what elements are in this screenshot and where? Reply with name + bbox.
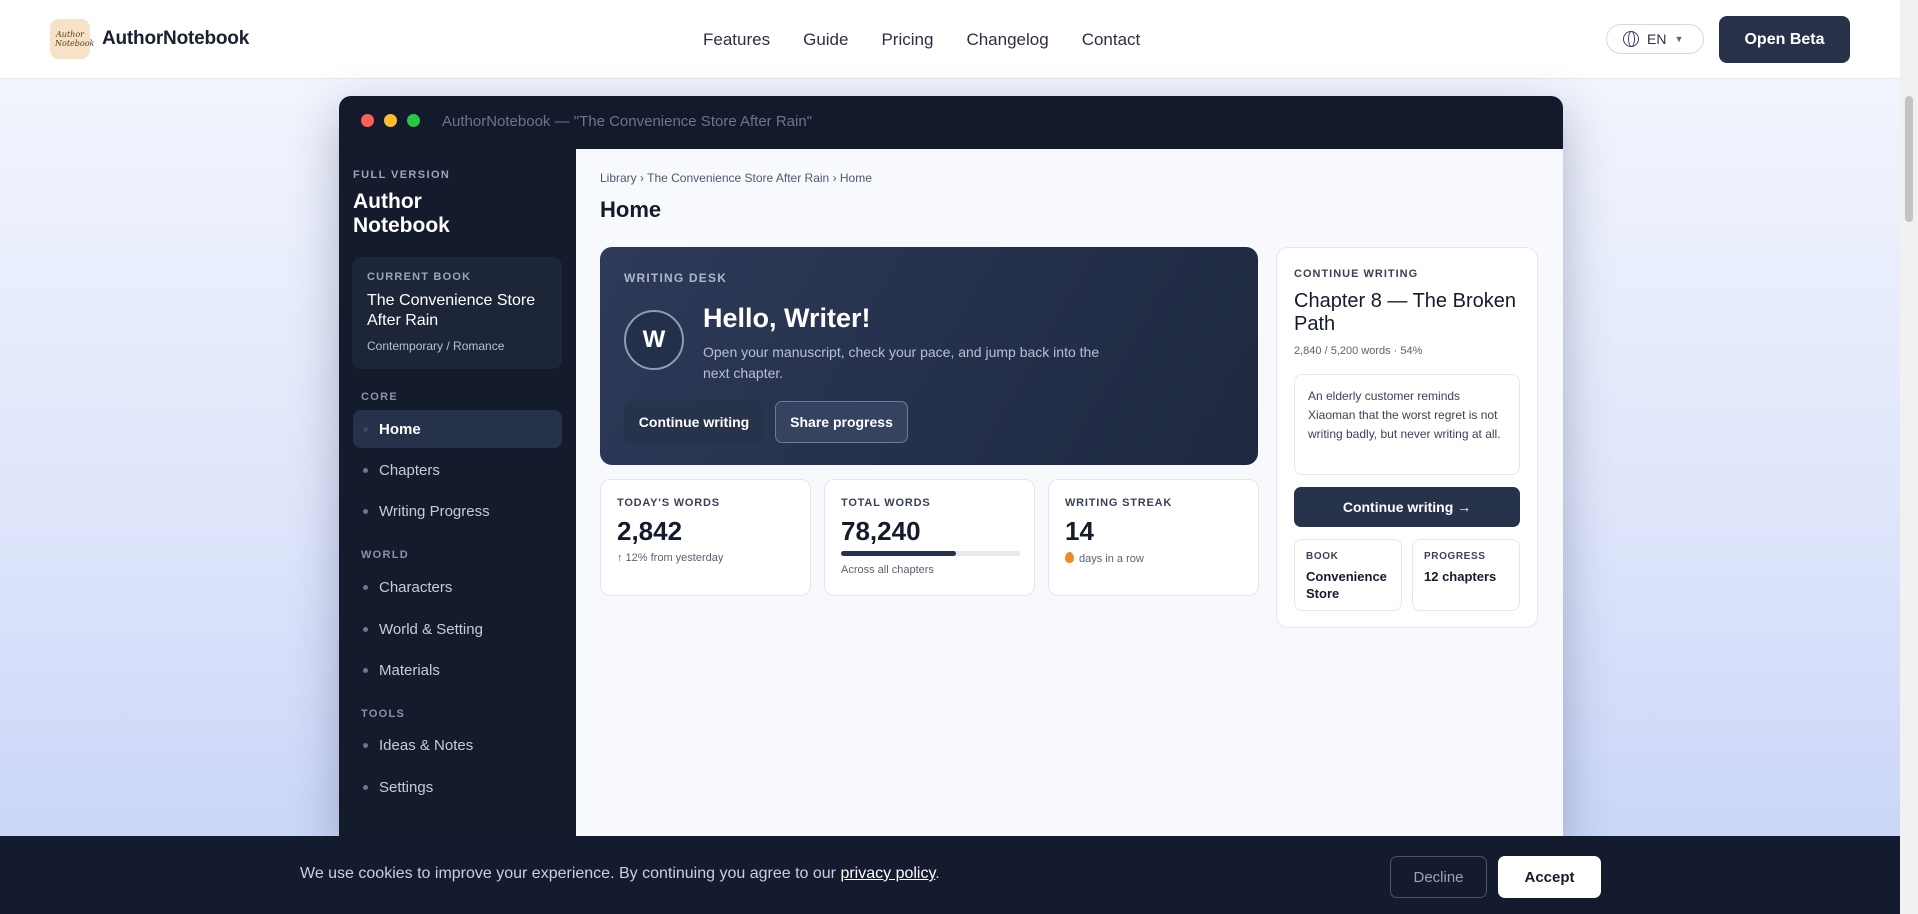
continue-writing-arrow-button[interactable]: Continue writing → <box>1294 487 1520 527</box>
writing-streak-card: WRITING STREAK 14 days in a row <box>1048 479 1259 596</box>
sidebar: FULL VERSION Author Notebook CURRENT BOO… <box>339 149 576 836</box>
total-words-sub: Across all chapters <box>841 564 934 576</box>
writing-streak-sub: days in a row <box>1065 552 1144 565</box>
nav-pricing[interactable]: Pricing <box>881 30 933 50</box>
progress-mini-label: PROGRESS <box>1424 551 1486 562</box>
writing-desk-card: WRITING DESK W Hello, Writer! Open your … <box>600 247 1258 465</box>
scrollbar-thumb[interactable] <box>1905 96 1913 222</box>
maximize-window-dot[interactable] <box>407 114 420 127</box>
total-words-value: 78,240 <box>841 516 921 546</box>
nav-changelog[interactable]: Changelog <box>966 30 1048 50</box>
writing-streak-sub-text: days in a row <box>1079 553 1144 565</box>
book-mini-label: BOOK <box>1306 551 1339 562</box>
sidebar-title: Author Notebook <box>353 190 450 237</box>
chevron-down-icon: ▼ <box>1674 34 1684 44</box>
breadcrumb[interactable]: Library › The Convenience Store After Ra… <box>600 171 872 185</box>
sidebar-item-ideas-notes[interactable]: Ideas & Notes <box>353 726 562 764</box>
sidebar-item-writing-progress[interactable]: Writing Progress <box>353 492 562 530</box>
todays-words-label: TODAY'S WORDS <box>617 497 720 509</box>
cookie-text: We use cookies to improve your experienc… <box>300 865 836 882</box>
privacy-policy-link[interactable]: privacy policy <box>840 865 935 882</box>
main-content: Library › The Convenience Store After Ra… <box>576 149 1563 836</box>
total-words-progress-bar <box>841 551 1020 556</box>
open-beta-button[interactable]: Open Beta <box>1719 16 1850 63</box>
writing-desk-label: WRITING DESK <box>624 271 728 285</box>
cookie-period: . <box>935 865 940 882</box>
nav-contact[interactable]: Contact <box>1082 30 1141 50</box>
section-core: CORE <box>361 391 398 403</box>
avatar: W <box>624 310 684 370</box>
site-header: Author Notebook AuthorNotebook Features … <box>0 0 1900 79</box>
total-words-card: TOTAL WORDS 78,240 Across all chapters <box>824 479 1035 596</box>
version-label: FULL VERSION <box>353 169 451 181</box>
window-title: AuthorNotebook — "The Convenience Store … <box>442 113 813 130</box>
progress-mini-card: PROGRESS 12 chapters <box>1412 539 1520 611</box>
nav-features[interactable]: Features <box>703 30 770 50</box>
todays-words-value: 2,842 <box>617 516 683 546</box>
main-nav: Features Guide Pricing Changelog Contact <box>703 0 1173 79</box>
greeting-subtitle: Open your manuscript, check your pace, a… <box>703 344 1100 381</box>
language-label: EN <box>1647 31 1667 47</box>
current-book-label: CURRENT BOOK <box>367 271 472 283</box>
todays-words-change: ↑ 12% from yesterday <box>617 552 724 564</box>
writing-streak-label: WRITING STREAK <box>1065 497 1173 509</box>
nav-guide[interactable]: Guide <box>803 30 848 50</box>
minimize-window-dot[interactable] <box>384 114 397 127</box>
total-words-label: TOTAL WORDS <box>841 497 931 509</box>
brand[interactable]: Author Notebook AuthorNotebook <box>50 19 249 59</box>
globe-icon <box>1623 31 1639 47</box>
decline-button[interactable]: Decline <box>1390 856 1487 898</box>
current-book-genre: Contemporary / Romance <box>367 339 505 353</box>
chapter-title[interactable]: Chapter 8 — The Broken Path <box>1294 290 1524 336</box>
sidebar-item-home[interactable]: Home <box>353 410 562 448</box>
page-scrollbar[interactable] <box>1900 0 1918 914</box>
sidebar-item-materials[interactable]: Materials <box>353 651 562 689</box>
total-words-progress-fill <box>841 551 956 556</box>
page-title: Home <box>600 197 662 222</box>
continue-writing-card: CONTINUE WRITING Chapter 8 — The Broken … <box>1276 247 1538 628</box>
share-progress-button[interactable]: Share progress <box>775 401 908 443</box>
language-selector[interactable]: EN ▼ <box>1606 24 1704 54</box>
current-book-title: The Convenience Store After Rain <box>367 292 536 329</box>
flame-icon <box>1065 552 1074 563</box>
writing-streak-value: 14 <box>1065 516 1094 546</box>
book-mini-value: Convenience Store <box>1306 569 1387 601</box>
progress-mini-value: 12 chapters <box>1424 569 1497 584</box>
accept-button[interactable]: Accept <box>1498 856 1601 898</box>
current-book-card[interactable]: CURRENT BOOK The Convenience Store After… <box>352 257 562 369</box>
chapter-excerpt: An elderly customer reminds Xiaoman that… <box>1294 374 1520 475</box>
book-mini-card: BOOK Convenience Store <box>1294 539 1402 611</box>
close-window-dot[interactable] <box>361 114 374 127</box>
brand-logo: Author Notebook <box>50 19 95 59</box>
window-titlebar: AuthorNotebook — "The Convenience Store … <box>339 96 1563 149</box>
sidebar-item-settings[interactable]: Settings <box>353 768 562 806</box>
sidebar-item-world-setting[interactable]: World & Setting <box>353 610 562 648</box>
section-world: WORLD <box>361 549 410 561</box>
sidebar-item-characters[interactable]: Characters <box>353 568 562 606</box>
logo-text: Author Notebook <box>55 30 95 48</box>
cookie-message: We use cookies to improve your experienc… <box>300 865 940 883</box>
sidebar-item-chapters[interactable]: Chapters <box>353 451 562 489</box>
cookie-banner: We use cookies to improve your experienc… <box>0 836 1900 914</box>
continue-writing-button[interactable]: Continue writing <box>624 401 764 443</box>
continue-writing-label: CONTINUE WRITING <box>1294 268 1419 280</box>
greeting: Hello, Writer! <box>703 303 871 333</box>
chapter-word-count: 2,840 / 5,200 words · 54% <box>1294 345 1423 357</box>
app-window: AuthorNotebook — "The Convenience Store … <box>339 96 1563 836</box>
todays-words-card: TODAY'S WORDS 2,842 ↑ 12% from yesterday <box>600 479 811 596</box>
brand-name: AuthorNotebook <box>102 28 250 49</box>
section-tools: TOOLS <box>361 708 406 720</box>
